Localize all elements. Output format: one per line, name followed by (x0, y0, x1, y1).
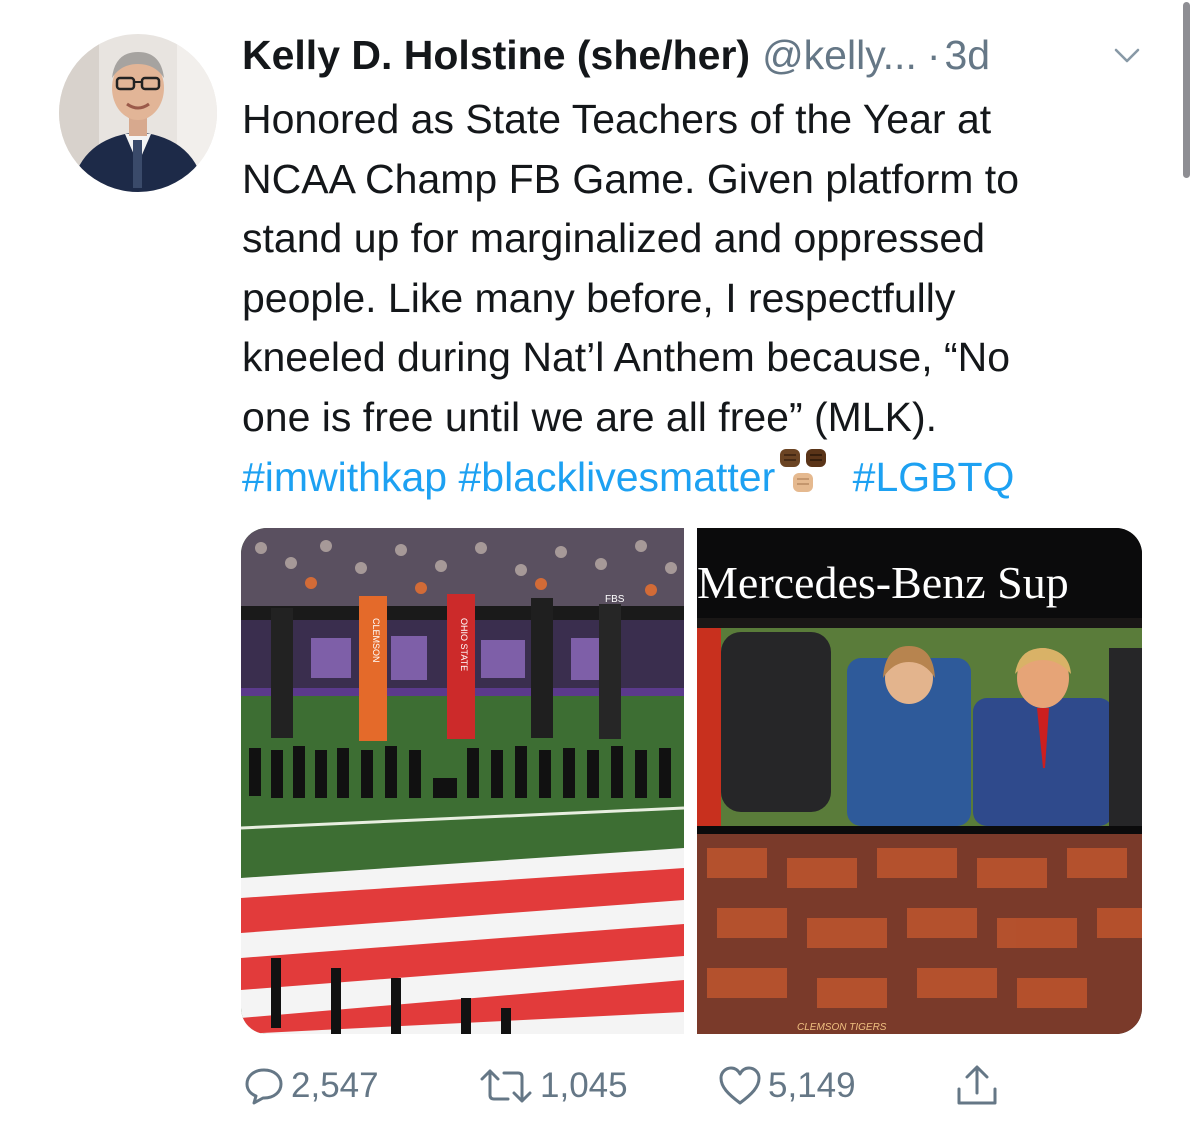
like-count: 5,149 (768, 1066, 856, 1105)
banner-clemson-label: CLEMSON (371, 618, 381, 663)
hashtag-blacklivesmatter[interactable]: #blacklivesmatter (459, 454, 776, 500)
avatar[interactable] (59, 34, 217, 192)
tweet-media: CLEMSON OHIO STATE FBS Mercedes-Benz Sup (241, 528, 1142, 1034)
retweet-icon (480, 1069, 532, 1103)
photo-stadium-field[interactable]: CLEMSON OHIO STATE FBS (241, 528, 684, 1034)
reply-button[interactable]: 2,547 (243, 1060, 379, 1112)
reply-icon (245, 1068, 283, 1105)
raised-fists-emoji-icon (780, 449, 827, 492)
tweet-actions: 2,547 1,045 5,149 (0, 1060, 1200, 1112)
banner-ohio-state-label: OHIO STATE (459, 618, 469, 671)
tweet-text-line: people. Like many before, I respectfully (242, 274, 956, 321)
author-handle[interactable]: @kelly... (762, 32, 917, 79)
tweet-text-line: one is free until we are all free” (MLK)… (242, 393, 937, 440)
tweet-text-line: stand up for marginalized and oppressed (242, 215, 986, 261)
tweet-text-line: Honored as State Teachers of the Year at (242, 96, 992, 142)
author-name[interactable]: Kelly D. Holstine (she/her) (242, 32, 750, 79)
separator-dot: · (926, 31, 941, 78)
scrollbar[interactable] (1183, 2, 1190, 178)
like-button[interactable]: 5,149 (718, 1060, 856, 1112)
hashtag-line: #imwithkap #blacklivesmatter #LGBTQ (242, 447, 1162, 508)
tweet-timestamp[interactable]: 3d (945, 32, 991, 79)
tweet-text: Honored as State Teachers of the Year at… (242, 90, 1162, 508)
tweet-text-line: kneeled during Nat’l Anthem because, “No (242, 334, 1011, 380)
hashtag-lgbtq[interactable]: #LGBTQ (853, 454, 1015, 500)
photo-jumbotron[interactable]: Mercedes-Benz Sup CLEMSON TIGERS (697, 528, 1142, 1034)
tweet-text-line: NCAA Champ FB Game. Given platform to (242, 155, 1019, 202)
hashtag-imwithkap[interactable]: #imwithkap (242, 454, 447, 500)
avatar-photo (59, 34, 217, 192)
share-button[interactable] (954, 1060, 1000, 1112)
retweet-count: 1,045 (540, 1066, 628, 1105)
chevron-down-icon[interactable] (1112, 40, 1142, 70)
tweet-header: Kelly D. Holstine (she/her) @kelly... · … (242, 30, 1162, 80)
scoreboard-banner-text: Mercedes-Benz Sup (697, 557, 1069, 608)
banner-fbs-label: FBS (605, 594, 625, 605)
ribbon-text: CLEMSON TIGERS (797, 1022, 887, 1033)
retweet-button[interactable]: 1,045 (478, 1060, 628, 1112)
reply-count: 2,547 (291, 1066, 379, 1105)
share-icon (957, 1065, 997, 1105)
like-icon (719, 1066, 761, 1105)
